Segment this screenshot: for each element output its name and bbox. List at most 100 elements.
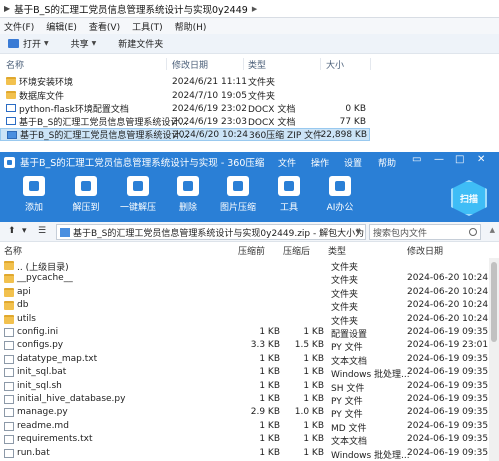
path-expand-chevron-icon[interactable]: ▶	[252, 5, 257, 13]
col-date-header[interactable]: 修改日期	[407, 244, 443, 257]
file-row[interactable]: 基于B_S的汇理工党员信息管理系统设计... 2024/6/19 23:03 D…	[0, 115, 370, 128]
file-row[interactable]: init_sql.bat 1 KB 1 KB Windows 批处理... 2024-0…	[0, 366, 488, 380]
image-compress-button[interactable]: 图片压缩	[212, 176, 264, 213]
file-name: readme.md	[17, 420, 69, 431]
col-name-header[interactable]: 名称	[6, 58, 24, 71]
file-name: configs.py	[17, 340, 64, 351]
folder-row[interactable]: api 文件夹 2024-06-20 10:24	[0, 286, 488, 300]
close-icon[interactable]: ✕	[477, 154, 485, 165]
menu-file[interactable]: 文件(F)	[4, 20, 34, 33]
scroll-up-arrow-icon[interactable]: ▲	[490, 226, 495, 234]
file-size: 0 KB	[345, 103, 366, 114]
folder-row[interactable]: db 文件夹 2024-06-20 10:24	[0, 299, 489, 313]
scrollbar-thumb[interactable]	[491, 262, 497, 342]
col-date-header[interactable]: 修改日期	[172, 58, 208, 71]
file-icon	[4, 395, 14, 404]
ai-office-button[interactable]: AI办公	[314, 176, 366, 213]
path-dropdown-icon[interactable]: ▾	[22, 226, 27, 236]
col-type-header[interactable]: 类型	[248, 58, 266, 71]
share-button[interactable]: 共享 ▼	[71, 37, 97, 50]
column-divider[interactable]	[320, 58, 321, 70]
search-icon[interactable]	[469, 228, 477, 236]
size-after: 1 KB	[303, 420, 324, 431]
skin-icon[interactable]: ▭	[412, 154, 421, 165]
file-type: 文件夹	[331, 276, 359, 287]
file-row[interactable]: configs.py 3.3 KB 1.5 KB PY 文件 2024-06-19 23…	[0, 339, 488, 353]
maximize-icon[interactable]: □	[455, 154, 464, 165]
menu-edit[interactable]: 编辑(E)	[46, 20, 77, 33]
zip-title-bar[interactable]: 基于B_S的汇理工党员信息管理系统设计与实现 - 360压缩 文件 操作 设置 …	[0, 152, 499, 172]
file-row[interactable]: manage.py 2.9 KB 1.0 KB PY 文件 2024-06-19 09:…	[0, 406, 488, 420]
column-divider[interactable]	[243, 58, 244, 70]
file-row[interactable]: initial_hive_database.py 1 KB 1 KB PY 文件 202…	[0, 393, 488, 407]
file-row[interactable]: 数据库文件 2024/7/10 19:05 文件夹	[0, 89, 370, 102]
open-button[interactable]: 打开 ▼	[8, 37, 49, 50]
add-label: 添加	[24, 203, 43, 213]
column-divider[interactable]	[166, 58, 167, 70]
delete-label: 删除	[178, 203, 197, 213]
file-row[interactable]: python-flask环境配置文档 2024/6/19 23:02 DOCX …	[0, 102, 370, 115]
extract-to-button[interactable]: 解压到	[60, 176, 112, 213]
menu-tools[interactable]: 工具(T)	[132, 20, 163, 33]
zip-menu-ops[interactable]: 操作	[311, 152, 329, 172]
size-after: 1 KB	[303, 380, 324, 391]
file-type: DOCX 文档	[248, 118, 296, 128]
file-row[interactable]: requirements.txt 1 KB 1 KB 文本文档 2024-06-19 0…	[0, 433, 488, 447]
file-type: 文件夹	[331, 263, 359, 273]
scan-button[interactable]: 扫描	[451, 180, 487, 216]
tools-button[interactable]: 工具	[263, 176, 315, 213]
file-date: 2024-06-20 10:24	[407, 300, 489, 311]
col-name-header[interactable]: 名称	[4, 244, 22, 257]
new-folder-button[interactable]: 新建文件夹	[118, 37, 163, 50]
search-input[interactable]: 搜索包内文件	[369, 224, 481, 240]
file-date: 2024-06-19 09:35	[407, 327, 489, 337]
folder-row[interactable]: utils 文件夹 2024-06-20 10:24	[0, 313, 489, 327]
up-arrow-icon[interactable]: ⬆	[8, 226, 16, 236]
vertical-scrollbar[interactable]	[489, 258, 499, 461]
add-icon	[23, 176, 45, 196]
file-icon	[4, 354, 14, 364]
file-name: .. (上级目录)	[17, 263, 69, 273]
column-divider[interactable]	[370, 58, 371, 70]
folder-row[interactable]: __pycache__ 文件夹 2024-06-20 10:24	[0, 272, 489, 287]
file-row[interactable]: 环境安装环境 2024/6/21 11:11 文件夹	[0, 75, 370, 88]
file-row[interactable]: datatype_map.txt 1 KB 1 KB 文本文档 2024-06-19 0…	[0, 353, 488, 367]
folder-icon	[4, 274, 14, 284]
col-type-header[interactable]: 类型	[328, 244, 346, 257]
zip-menu-help[interactable]: 帮助	[378, 152, 396, 172]
chevron-down-icon: ▼	[91, 40, 97, 47]
one-click-extract-button[interactable]: 一键解压	[112, 176, 164, 213]
size-before: 1 KB	[259, 353, 280, 364]
file-row[interactable]: config.ini 1 KB 1 KB 配置设置 2024-06-19 09:35	[0, 326, 489, 340]
col-after-header[interactable]: 压缩后	[283, 244, 310, 257]
zip-archive-icon	[60, 228, 70, 237]
zip-address-bar: ⬆ ▾ ☰ 基于B_S的汇理工党员信息管理系统设计与实现0y2449.zip -…	[0, 222, 499, 242]
zip-menu-settings[interactable]: 设置	[344, 152, 362, 172]
file-icon	[4, 435, 14, 445]
file-type: PY 文件	[331, 397, 363, 407]
ai-icon	[329, 176, 351, 196]
file-date: 2024-06-20 10:24	[407, 313, 489, 324]
minimize-icon[interactable]: —	[434, 154, 444, 165]
file-name: 基于B_S的汇理工党员信息管理系统设计...	[19, 118, 188, 128]
folder-row[interactable]: .. (上级目录) 文件夹	[0, 259, 486, 273]
delete-button[interactable]: 删除	[162, 176, 214, 213]
list-view-icon[interactable]: ☰	[38, 226, 46, 236]
menu-view[interactable]: 查看(V)	[89, 20, 120, 33]
file-name: run.bat	[17, 447, 50, 458]
path-chevron-icon[interactable]: ▶	[4, 4, 10, 13]
explorer-path[interactable]: 基于B_S的汇理工党员信息管理系统设计与实现0y2449	[14, 2, 248, 16]
zip-menu-file[interactable]: 文件	[278, 152, 296, 172]
file-row-selected[interactable]: 基于B_S的汇理工党员信息管理系统设计... 2024/6/20 10:24 3…	[0, 128, 370, 141]
archive-path-field[interactable]: 基于B_S的汇理工党员信息管理系统设计与实现0y2449.zip - 解包大小为…	[56, 224, 366, 240]
file-date: 2024-06-20 10:24	[407, 273, 489, 284]
file-row[interactable]: readme.md 1 KB 1 KB MD 文件 2024-06-19 09:35	[0, 420, 488, 434]
add-button[interactable]: 添加	[8, 176, 60, 213]
file-row[interactable]: init_sql.sh 1 KB 1 KB SH 文件 2024-06-19 09:35	[0, 380, 488, 394]
file-row[interactable]: run.bat 1 KB 1 KB Windows 批处理... 2024-06-19 …	[0, 447, 488, 461]
col-size-header[interactable]: 大小	[326, 58, 344, 71]
col-before-header[interactable]: 压缩前	[238, 244, 265, 257]
chevron-down-icon[interactable]: ▼	[356, 228, 361, 236]
menu-help[interactable]: 帮助(H)	[175, 20, 207, 33]
explorer-address-bar[interactable]: ▶ 基于B_S的汇理工党员信息管理系统设计与实现0y2449 ▶	[0, 0, 499, 18]
